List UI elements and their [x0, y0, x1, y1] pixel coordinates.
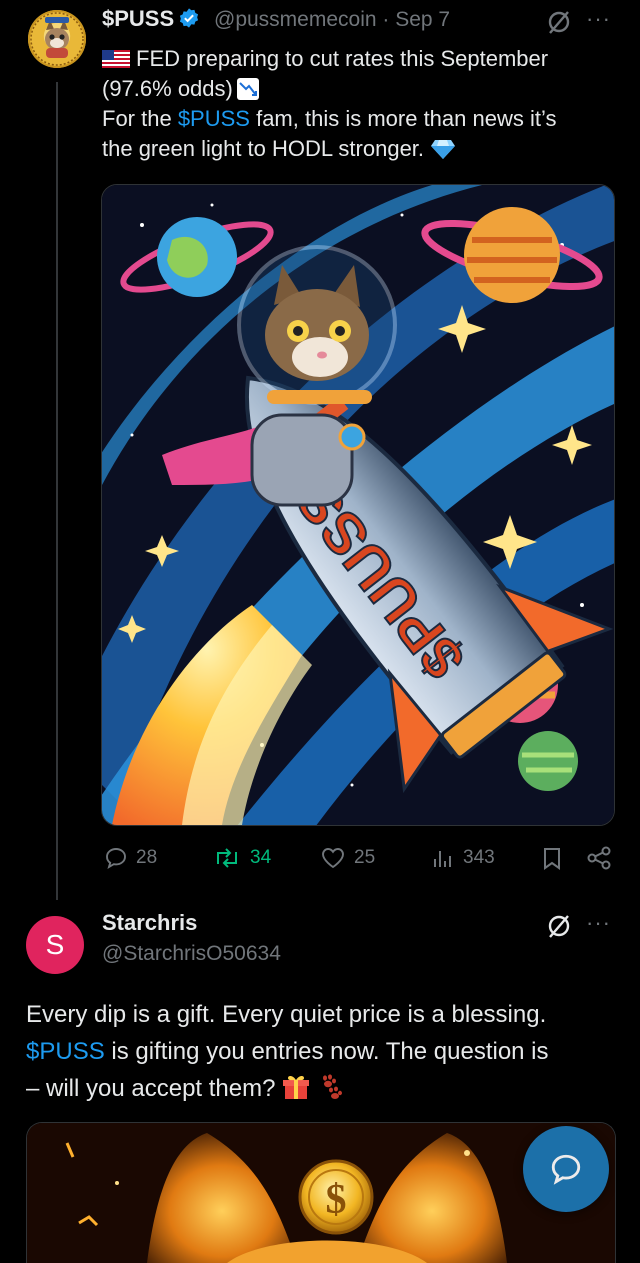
tweet-text-line: is gifting you entries now. The question… [104, 1038, 549, 1065]
repost-count: 34 [250, 847, 272, 868]
like-count: 25 [354, 847, 376, 868]
handle-and-date[interactable]: @pussmemecoin · Sep 7 [214, 8, 450, 32]
tweet-line-1: FED preparing to cut rates this Septembe… [102, 44, 602, 74]
tweet-text: FED preparing to cut rates this Septembe… [102, 44, 602, 164]
reply-count: 28 [136, 847, 158, 868]
tweet-line-4: the green light to HODL stronger. [102, 134, 602, 164]
tweet-text-line: For the [102, 106, 178, 131]
bookmark-icon [544, 848, 560, 870]
reply-button[interactable]: 28 [104, 846, 157, 870]
display-name-text: $PUSS [102, 6, 175, 31]
gem-icon [430, 136, 456, 161]
compose-fab-button[interactable] [523, 1126, 609, 1212]
display-name[interactable]: Starchris [102, 910, 197, 936]
tweet-line-3: – will you accept them? [26, 1070, 626, 1107]
like-icon [322, 848, 344, 869]
more-icon[interactable]: ··· [586, 6, 611, 32]
repost-icon [217, 848, 237, 868]
avatar[interactable]: S [26, 916, 84, 974]
paw-prints-icon [317, 1074, 343, 1102]
gift-icon [282, 1075, 310, 1102]
rocket-cat-illustration: $PUUSS [102, 185, 614, 825]
tweet-text-line: (97.6% odds) [102, 76, 233, 101]
tweet-text-line: fam, this is more than news it’s [249, 106, 557, 131]
tweet-actions: 28 34 25 343 [0, 846, 640, 874]
more-icon[interactable]: ··· [586, 910, 611, 936]
views-button[interactable]: 343 [431, 846, 495, 870]
thread-line [56, 82, 58, 900]
tweet-text: Every dip is a gift. Every quiet price i… [26, 996, 626, 1107]
cashtag-link[interactable]: $PUSS [26, 1038, 105, 1065]
tweet-line-3: For the $PUSS fam, this is more than new… [102, 104, 602, 134]
avatar-letter: S [45, 929, 65, 960]
coin-symbol: $ [326, 1177, 347, 1223]
tweet-media-image[interactable]: $PUUSS [101, 184, 615, 826]
grok-icon[interactable] [546, 913, 572, 944]
tweet-line-2: $PUSS is gifting you entries now. The qu… [26, 1033, 626, 1070]
tweet-text-line: FED preparing to cut rates this Septembe… [136, 46, 549, 71]
cat-mascot-icon [30, 12, 84, 66]
tweet-text-line: – will you accept them? [26, 1075, 276, 1102]
tweet-text-line: the green light to HODL stronger. [102, 136, 425, 161]
tweet-line-2: (97.6% odds) [102, 74, 602, 104]
share-button[interactable] [586, 846, 612, 870]
reply-icon [106, 848, 126, 870]
golden-cat-coin-illustration: $ [27, 1123, 615, 1263]
us-flag-icon [102, 46, 130, 68]
compose-fab-icon [551, 1154, 581, 1185]
views-icon [434, 851, 451, 867]
tweet-media-image[interactable]: $ [26, 1122, 616, 1263]
display-name[interactable]: $PUSS [102, 6, 200, 35]
handle[interactable]: @StarchrisO50634 [102, 942, 281, 966]
view-count: 343 [463, 847, 495, 868]
grok-icon[interactable] [546, 9, 572, 40]
tweet-text-line: Every dip is a gift. Every quiet price i… [26, 1001, 547, 1028]
avatar[interactable] [28, 10, 86, 68]
repost-button[interactable]: 34 [212, 846, 271, 870]
bookmark-button[interactable] [541, 846, 563, 870]
verified-badge-icon [178, 7, 200, 35]
chart-decreasing-icon [236, 78, 259, 100]
share-icon [587, 846, 611, 870]
like-button[interactable]: 25 [320, 846, 375, 870]
cashtag-link[interactable]: $PUSS [178, 106, 250, 131]
